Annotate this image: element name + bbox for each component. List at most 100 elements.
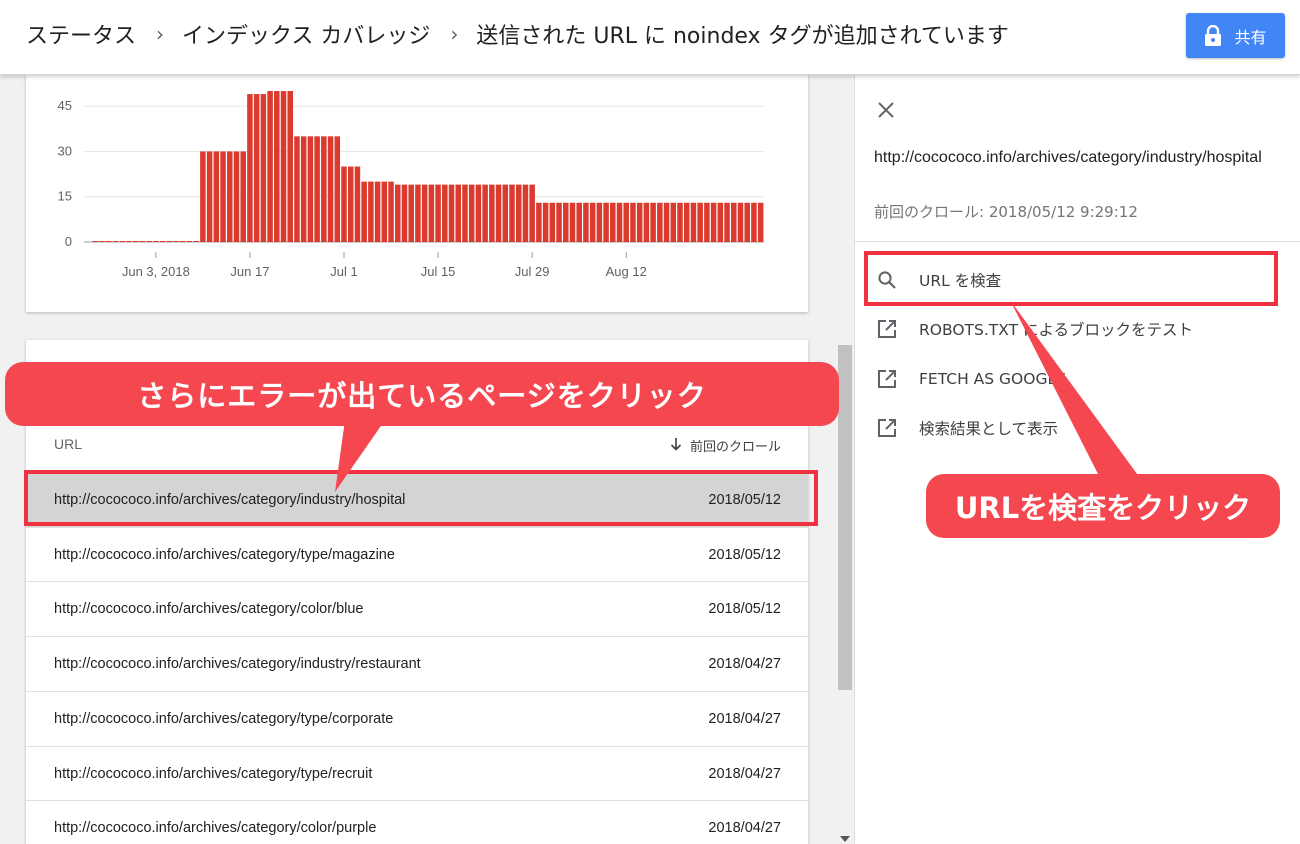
chart-bar[interactable] [220,151,226,242]
chart-bar[interactable] [374,181,381,242]
chart-bar[interactable] [549,202,556,242]
chart-bar[interactable] [247,94,253,242]
chart-bar[interactable] [475,184,482,242]
chart-bar[interactable] [616,202,623,242]
chart-bar[interactable] [630,202,636,242]
chart-bar[interactable] [677,202,683,242]
chart-bar[interactable] [623,202,629,242]
scrollbar[interactable] [836,75,854,844]
chart-bar[interactable] [240,151,246,242]
share-button[interactable]: 共有 [1186,13,1285,58]
chart-bar[interactable] [395,184,401,242]
chart-bar[interactable] [663,202,670,242]
chart-bar[interactable] [179,241,186,242]
column-header-last-crawl[interactable]: 前回のクロール [670,436,781,455]
chart-bar[interactable] [421,184,428,242]
chart-bar[interactable] [267,91,273,242]
chart-bar[interactable] [381,181,388,242]
chart-bar[interactable] [361,181,367,242]
chart-bar[interactable] [509,184,515,242]
chart-bar[interactable] [139,241,146,242]
chart-bar[interactable] [502,184,509,242]
chart-bar[interactable] [314,136,320,242]
chart-bar[interactable] [495,184,502,242]
chart-bar[interactable] [657,202,663,242]
chart-bar[interactable] [556,202,562,242]
chart-bar[interactable] [757,202,764,242]
chart-bar[interactable] [280,91,287,242]
chart-bar[interactable] [132,241,139,242]
chart-bar[interactable] [200,151,206,242]
table-row[interactable]: http://cocococo.info/archives/category/t… [26,690,808,746]
chart-bar[interactable] [206,151,213,242]
chart-bar[interactable] [583,202,589,242]
chart-bar[interactable] [112,241,119,242]
chart-bar[interactable] [341,166,347,242]
chart-bar[interactable] [489,184,495,242]
view-as-search-result-button[interactable]: 検索結果として表示 [875,415,1058,441]
chart-bar[interactable] [415,184,421,242]
chart-bar[interactable] [435,184,441,242]
chart-bar[interactable] [274,91,280,242]
chart-bar[interactable] [428,184,435,242]
chart-bar[interactable] [327,136,334,242]
chart-bar[interactable] [670,202,677,242]
chart-bar[interactable] [153,241,159,242]
chart-bar[interactable] [462,184,468,242]
chart-bar[interactable] [468,184,475,242]
chart-bar[interactable] [287,91,293,242]
chart-bar[interactable] [119,241,125,242]
chart-bar[interactable] [106,241,112,242]
chart-bar[interactable] [186,241,193,242]
chart-bar[interactable] [522,184,529,242]
chart-bar[interactable] [300,136,307,242]
table-row[interactable]: http://cocococo.info/archives/category/c… [26,581,808,636]
chart-bar[interactable] [724,202,730,242]
chart-bar[interactable] [529,184,535,242]
close-icon[interactable] [875,99,897,121]
breadcrumb-index-coverage[interactable]: インデックス カバレッジ [182,18,430,50]
table-row[interactable]: http://cocococo.info/archives/category/i… [26,636,808,691]
table-row[interactable]: http://cocococo.info/archives/category/t… [26,745,808,801]
table-row[interactable]: http://cocococo.info/archives/category/c… [26,800,808,844]
chart-bar[interactable] [610,202,616,242]
table-row[interactable]: http://cocococo.info/archives/category/t… [26,526,808,582]
chart-bar[interactable] [233,151,240,242]
chart-bar[interactable] [448,184,455,242]
chart-bar[interactable] [650,202,656,242]
chart-bar[interactable] [388,181,394,242]
chart-bar[interactable] [710,202,717,242]
chart-bar[interactable] [731,202,737,242]
chart-bar[interactable] [751,202,757,242]
chart-bar[interactable] [442,184,448,242]
chart-bar[interactable] [253,94,260,242]
breadcrumb-status[interactable]: ステータス [26,18,136,50]
chart-bar[interactable] [321,136,327,242]
chart-bar[interactable] [173,241,179,242]
chart-bar[interactable] [603,202,609,242]
chart-bar[interactable] [227,151,233,242]
chart-bar[interactable] [717,202,724,242]
column-header-url[interactable]: URL [54,436,82,452]
fetch-as-google-button[interactable]: FETCH AS GOOGLE [875,366,1066,392]
chart-bar[interactable] [354,166,361,242]
chart-bar[interactable] [159,241,166,242]
chart-bar[interactable] [213,151,220,242]
chart-bar[interactable] [690,202,697,242]
scroll-down-arrow-icon[interactable] [840,836,850,842]
chart-bar[interactable] [697,202,703,242]
chart-bar[interactable] [683,202,690,242]
chart-bar[interactable] [408,184,414,242]
chart-bar[interactable] [166,241,173,242]
chart-bar[interactable] [193,241,199,242]
chart-bar[interactable] [126,241,132,242]
chart-bar[interactable] [368,181,374,242]
chart-bar[interactable] [146,241,152,242]
chart-bar[interactable] [589,202,596,242]
chart-bar[interactable] [704,202,710,242]
chart-bar[interactable] [482,184,488,242]
test-robots-txt-button[interactable]: ROBOTS.TXT によるブロックをテスト [875,316,1193,342]
chart-bar[interactable] [536,202,542,242]
chart-bar[interactable] [515,184,522,242]
chart-bar[interactable] [542,202,549,242]
